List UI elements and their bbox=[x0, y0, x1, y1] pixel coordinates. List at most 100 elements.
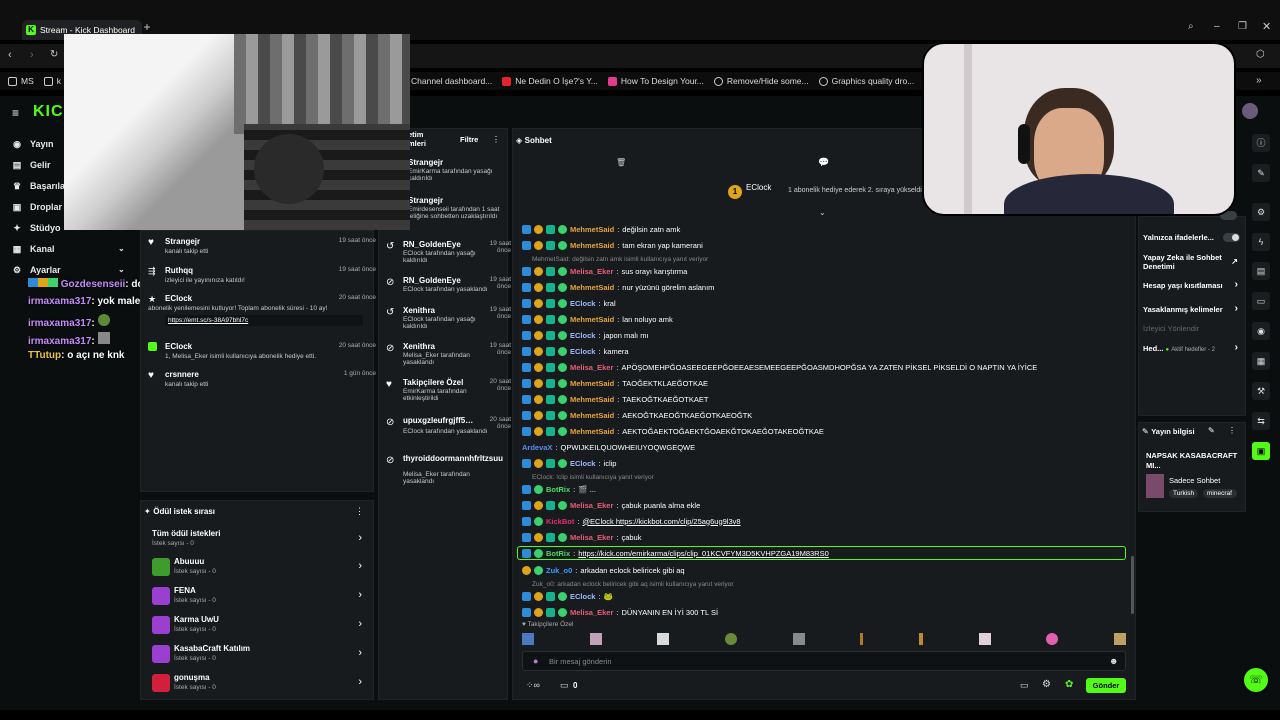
moderator-badge-icon[interactable] bbox=[546, 330, 555, 340]
gift-badge-icon[interactable] bbox=[534, 266, 543, 276]
chat-message[interactable]: MehmetSaid: nur yüzünü görelim aslanım bbox=[522, 280, 1126, 294]
gift-badge-icon[interactable] bbox=[534, 500, 543, 510]
chat-username[interactable]: EClock bbox=[570, 592, 595, 601]
collapse-icon[interactable]: ⌄ bbox=[819, 208, 826, 217]
chat-username[interactable]: MehmetSaid bbox=[570, 315, 614, 324]
subscriber-badge-icon[interactable] bbox=[558, 282, 567, 292]
chat-message[interactable]: MehmetSaid: değilsin zatn amk bbox=[522, 222, 1126, 236]
verified-badge-icon[interactable] bbox=[522, 330, 531, 340]
emote-icon[interactable] bbox=[1113, 633, 1126, 645]
gift-badge-icon[interactable] bbox=[534, 282, 543, 292]
bolt-icon[interactable]: ϟ bbox=[1252, 233, 1270, 251]
subscriber-badge-icon[interactable] bbox=[558, 298, 567, 308]
reward-item[interactable]: KasabaCraft Katılım İstek sayısı - 0 › bbox=[152, 643, 364, 667]
avatar[interactable] bbox=[1242, 103, 1258, 119]
chat-message[interactable]: MehmetSaid: AEKOĞTKAEOĞTKAEĞOTKAEOĞTK bbox=[522, 408, 1126, 422]
chat-message[interactable]: Melisa_Eker: APÖŞOMEHPĞOASEEGEEPĞOEEAESEM… bbox=[522, 360, 1126, 374]
chat-message[interactable]: MehmetSaid: TAOĞEKTKLAEĞOTKAE bbox=[522, 376, 1126, 390]
gift-badge-icon[interactable] bbox=[534, 362, 543, 372]
moderator-badge-icon[interactable] bbox=[546, 426, 555, 436]
chat-username[interactable]: BotRix bbox=[546, 549, 570, 558]
gift-badge-icon[interactable] bbox=[534, 378, 543, 388]
emote-icon[interactable] bbox=[860, 633, 864, 645]
chat-message[interactable]: MehmetSaid: lan noluyo amk bbox=[522, 312, 1126, 326]
goals-link[interactable]: Hed... ● Aktif hedefler - 2 › bbox=[1143, 342, 1240, 356]
chat-message[interactable]: Melisa_Eker: çabuk puanla alma ekle bbox=[522, 498, 1126, 512]
moderator-badge-icon[interactable] bbox=[546, 394, 555, 404]
verified-badge-icon[interactable] bbox=[522, 346, 531, 356]
chat-username[interactable]: Melisa_Eker bbox=[570, 533, 613, 542]
info-icon[interactable]: ⓘ bbox=[1252, 134, 1270, 152]
chat-username[interactable]: Melisa_Eker bbox=[570, 363, 613, 372]
gear-icon[interactable]: ⚙ bbox=[1252, 203, 1270, 221]
subscriber-badge-icon[interactable] bbox=[534, 548, 543, 558]
broadcast-icon[interactable]: ◉ bbox=[1252, 322, 1270, 340]
moderator-badge-icon[interactable] bbox=[546, 591, 555, 601]
moderator-badge-icon[interactable] bbox=[546, 240, 555, 250]
chat-message[interactable]: MehmetSaid: TAEKOĞTKAEĞOTKAET bbox=[522, 392, 1126, 406]
moderator-badge-icon[interactable] bbox=[546, 458, 555, 468]
verified-badge-icon[interactable] bbox=[522, 532, 531, 542]
subscriber-badge-icon[interactable] bbox=[534, 516, 543, 526]
account-age-link[interactable]: Hesap yaşı kısıtlaması › bbox=[1143, 279, 1240, 293]
moderator-badge-icon[interactable] bbox=[546, 314, 555, 324]
chat-username[interactable]: EClock bbox=[570, 459, 595, 468]
bookmark-graphics[interactable]: Graphics quality dro... bbox=[818, 76, 914, 86]
verified-badge-icon[interactable] bbox=[522, 240, 531, 250]
chat-username[interactable]: MehmetSaid bbox=[570, 395, 614, 404]
chat-message[interactable]: ArdevaX: QPWIJKEILQUOWHEIUYOQWGEQWE bbox=[522, 440, 1126, 454]
support-chat-icon[interactable]: ☏ bbox=[1244, 668, 1268, 692]
subscriber-badge-icon[interactable] bbox=[558, 378, 567, 388]
verified-badge-icon[interactable] bbox=[522, 607, 531, 617]
gift-badge-icon[interactable] bbox=[522, 565, 531, 575]
chat-text[interactable]: @EClock https://kickbot.com/clip/25ag6ug… bbox=[582, 517, 740, 526]
send-button[interactable]: Gönder bbox=[1086, 678, 1126, 693]
store-icon[interactable]: ▭ bbox=[560, 680, 569, 691]
filter-button[interactable]: Filtre bbox=[460, 135, 478, 144]
moderator-badge-icon[interactable] bbox=[546, 224, 555, 234]
gift-badge-icon[interactable] bbox=[534, 240, 543, 250]
bookmark-remove-hide[interactable]: Remove/Hide some... bbox=[713, 76, 809, 86]
close-window-icon[interactable]: ✕ bbox=[1262, 20, 1271, 33]
chat-username[interactable]: MehmetSaid bbox=[570, 379, 614, 388]
chat-username[interactable]: MehmetSaid bbox=[570, 225, 614, 234]
menu-icon[interactable]: ≡ bbox=[12, 106, 19, 120]
subscriber-badge-icon[interactable] bbox=[558, 346, 567, 356]
gift-badge-icon[interactable] bbox=[534, 458, 543, 468]
search-tabs-icon[interactable]: ⌕ bbox=[1188, 21, 1194, 32]
gift-badge-icon[interactable] bbox=[534, 314, 543, 324]
chat-bubble-icon[interactable]: 💬 bbox=[818, 157, 829, 168]
reward-item[interactable]: Karma UwU İstek sayısı - 0 › bbox=[152, 614, 364, 638]
reload-icon[interactable]: ↻ bbox=[50, 49, 58, 60]
bookmark-design[interactable]: How To Design Your... bbox=[607, 76, 704, 86]
subscriber-badge-icon[interactable] bbox=[558, 607, 567, 617]
share-icon[interactable]: ⇆ bbox=[1252, 412, 1270, 430]
more-options-icon[interactable]: ⋮ bbox=[492, 135, 500, 144]
chat-message[interactable]: Melisa_Eker: sus orayı karıştırma bbox=[522, 264, 1126, 278]
panel-icon[interactable]: ▤ bbox=[1252, 262, 1270, 280]
toggle-switch[interactable] bbox=[1223, 233, 1240, 242]
chat-username[interactable]: EClock bbox=[570, 347, 595, 356]
layout-icon[interactable]: ▦ bbox=[1252, 352, 1270, 370]
gift-badge-icon[interactable] bbox=[534, 224, 543, 234]
chat-message[interactable]: Zuk_o0: arkadan eclock beliricek gibi aq bbox=[522, 563, 1126, 577]
points-icon[interactable]: ⁘∞ bbox=[526, 680, 540, 691]
emote-icon[interactable] bbox=[792, 633, 805, 645]
verified-badge-icon[interactable] bbox=[522, 362, 531, 372]
new-tab-icon[interactable]: + bbox=[140, 20, 154, 34]
chat-icon[interactable]: ▭ bbox=[1252, 292, 1270, 310]
verified-badge-icon[interactable] bbox=[522, 314, 531, 324]
minimize-icon[interactable]: – bbox=[1214, 21, 1220, 32]
chat-username[interactable]: Melisa_Eker bbox=[570, 267, 613, 276]
subscriber-badge-icon[interactable] bbox=[558, 410, 567, 420]
trash-icon[interactable]: 🗑 bbox=[616, 158, 626, 167]
chat-username[interactable]: BotRix bbox=[546, 485, 570, 494]
chat-message[interactable]: Melisa_Eker: çabuk bbox=[522, 530, 1126, 544]
gift-badge-icon[interactable] bbox=[534, 298, 543, 308]
chat-message[interactable]: Melisa_Eker: DÜNYANIN EN İYİ 300 TL Sİ bbox=[522, 605, 1126, 619]
emote-icon[interactable] bbox=[724, 633, 737, 645]
emote-icon[interactable] bbox=[918, 633, 923, 645]
chat-username[interactable]: MehmetSaid bbox=[570, 283, 614, 292]
banned-words-link[interactable]: Yasaklanmış kelimeler › bbox=[1143, 303, 1240, 317]
verified-badge-icon[interactable] bbox=[522, 426, 531, 436]
